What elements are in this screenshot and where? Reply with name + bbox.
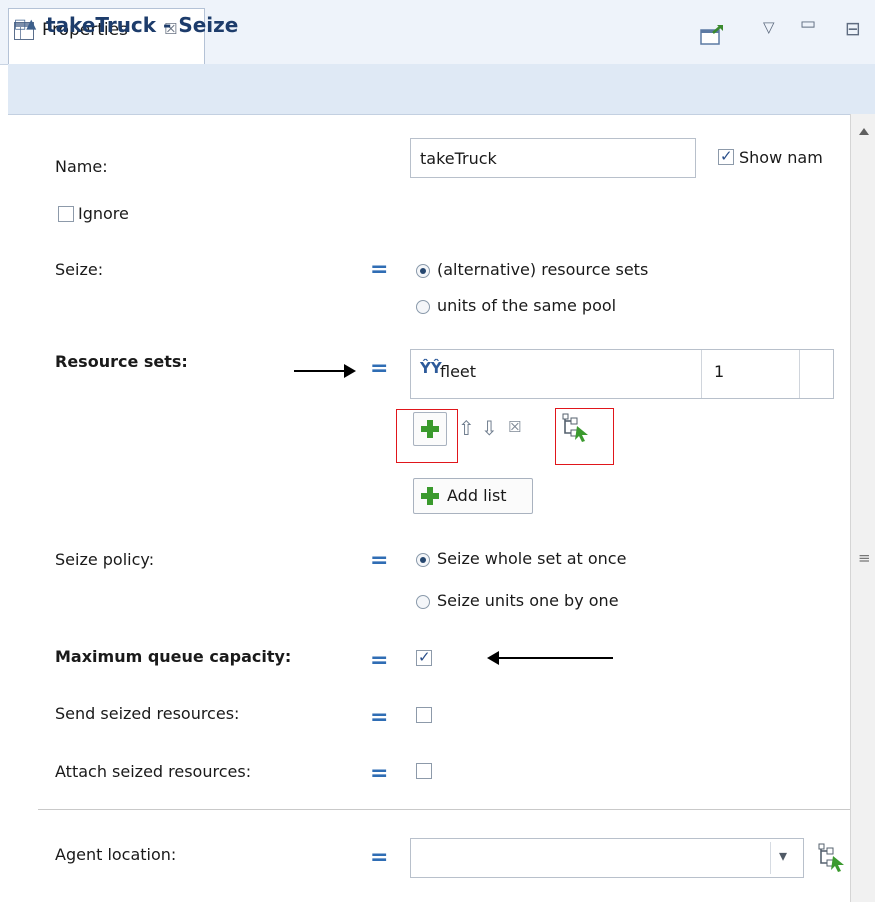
move-up-icon[interactable]: ⇧ (458, 416, 475, 440)
name-label: Name: (55, 157, 108, 176)
seize-resource-sets-label: (alternative) resource sets (437, 260, 649, 279)
section-header (8, 64, 875, 115)
section-title: takeTruck - Seize (46, 13, 239, 37)
ignore-label: Ignore (78, 204, 129, 223)
scroll-grip-icon[interactable]: ≡ (858, 549, 871, 567)
agent-location-choose-icon[interactable] (818, 843, 846, 873)
send-seized-checkbox[interactable] (416, 707, 432, 723)
ignore-checkbox[interactable] (58, 206, 74, 222)
send-seized-label: Send seized resources: (55, 704, 240, 723)
maximize-icon[interactable]: ⊟ (845, 18, 861, 40)
move-down-icon[interactable]: ⇩ (481, 416, 498, 440)
resource-sets-equals-icon[interactable]: = (370, 356, 388, 381)
scroll-up-icon[interactable] (859, 128, 869, 135)
seize-equals-icon[interactable]: = (370, 257, 388, 282)
seize-policy-label: Seize policy: (55, 550, 155, 569)
add-list-label: Add list (447, 486, 507, 505)
annotation-arrow-left (497, 657, 613, 659)
annotation-arrow-right-head (344, 364, 356, 378)
show-name-label: Show nam (739, 148, 823, 167)
resource-set-count[interactable]: 1 (714, 362, 724, 381)
seize-resource-sets-radio[interactable] (416, 264, 430, 278)
pin-editor-icon[interactable] (700, 24, 724, 46)
section-divider (38, 809, 850, 810)
resource-pool-icon: ŶŶ (420, 359, 442, 377)
annotation-arrow-right (294, 370, 346, 372)
add-list-icon (421, 487, 439, 505)
seize-policy-equals-icon[interactable]: = (370, 548, 388, 573)
minimize-icon[interactable]: ▭ (800, 14, 816, 34)
agent-location-combo[interactable] (410, 838, 804, 878)
choose-resource-icon[interactable] (562, 413, 590, 443)
seize-label: Seize: (55, 260, 104, 279)
collapse-icon[interactable]: □▲ (14, 17, 36, 32)
show-name-checkbox[interactable] (718, 147, 734, 165)
seize-units-pool-radio[interactable] (416, 300, 430, 314)
seize-one-by-one-radio[interactable] (416, 595, 430, 609)
seize-one-by-one-label: Seize units one by one (437, 591, 619, 610)
max-queue-equals-icon[interactable]: = (370, 648, 388, 673)
vertical-scrollbar[interactable] (850, 114, 875, 902)
chevron-down-icon: ▾ (779, 846, 788, 865)
seize-whole-set-radio[interactable] (416, 553, 430, 567)
resource-set-name[interactable]: fleet (440, 362, 476, 381)
send-seized-equals-icon[interactable]: = (370, 705, 388, 730)
name-input-value: takeTruck (420, 149, 497, 168)
attach-seized-label: Attach seized resources: (55, 762, 252, 781)
attach-seized-checkbox[interactable] (416, 763, 432, 779)
seize-units-pool-label: units of the same pool (437, 296, 617, 315)
add-icon (421, 420, 439, 438)
attach-seized-equals-icon[interactable]: = (370, 761, 388, 786)
view-menu-icon[interactable]: ▽ (763, 18, 775, 36)
delete-icon[interactable]: ☒ (508, 418, 521, 436)
max-queue-label: Maximum queue capacity: (55, 647, 292, 666)
resource-sets-label: Resource sets: (55, 352, 188, 371)
agent-location-label: Agent location: (55, 845, 177, 864)
agent-location-equals-icon[interactable]: = (370, 845, 388, 870)
resource-table-row-divider (701, 350, 702, 398)
resource-table-col-divider (799, 350, 800, 398)
seize-whole-set-label: Seize whole set at once (437, 549, 627, 568)
max-queue-checkbox[interactable] (416, 648, 432, 666)
